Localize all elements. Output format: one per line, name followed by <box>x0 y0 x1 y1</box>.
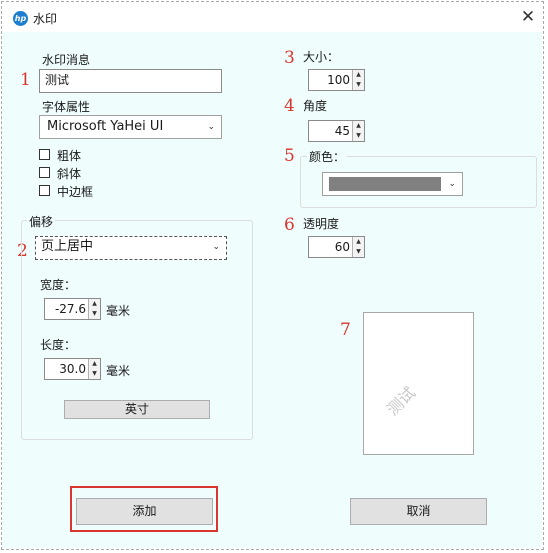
opacity-stepper[interactable]: 60 ▲ ▼ <box>308 236 365 258</box>
close-icon[interactable]: ✕ <box>518 8 538 26</box>
bold-checkbox[interactable] <box>39 149 50 160</box>
title-bar: hp 水印 ✕ <box>2 2 542 32</box>
length-label: 长度： <box>40 338 77 352</box>
unit-toggle-button[interactable]: 英寸 <box>64 400 210 419</box>
spin-down-icon[interactable]: ▼ <box>353 80 364 90</box>
spin-down-icon[interactable]: ▼ <box>89 309 100 319</box>
dialog-client-area: 1 2 3 4 5 6 7 水印消息 测试 字体属性 Microsoft YaH… <box>2 32 542 548</box>
offset-group-label: 偏移 <box>27 213 56 230</box>
color-swatch <box>329 177 441 191</box>
chevron-down-icon: ⌄ <box>207 122 215 132</box>
marker-1: 1 <box>20 70 31 90</box>
spin-up-icon[interactable]: ▲ <box>353 237 364 247</box>
add-button[interactable]: 添加 <box>76 498 213 525</box>
message-input[interactable]: 测试 <box>39 69 222 93</box>
spin-up-icon[interactable]: ▲ <box>89 359 100 369</box>
size-stepper[interactable]: 100 ▲ ▼ <box>308 69 365 91</box>
window-title: 水印 <box>33 12 58 26</box>
chevron-down-icon: ⌄ <box>212 242 220 252</box>
marker-5: 5 <box>284 146 295 166</box>
position-select-value: 页上居中 <box>41 239 94 254</box>
angle-label: 角度 <box>303 99 328 113</box>
position-select[interactable]: 页上居中 ⌄ <box>35 236 227 260</box>
marker-3: 3 <box>284 48 295 68</box>
length-stepper[interactable]: 30.0 ▲ ▼ <box>44 358 101 380</box>
width-value: -27.6 <box>54 302 86 316</box>
width-stepper[interactable]: -27.6 ▲ ▼ <box>44 298 101 320</box>
spin-up-icon[interactable]: ▲ <box>89 299 100 309</box>
spin-down-icon[interactable]: ▼ <box>353 247 364 257</box>
italic-checkbox[interactable] <box>39 167 50 178</box>
length-unit: 毫米 <box>106 364 131 378</box>
size-label: 大小： <box>303 50 340 64</box>
spin-up-icon[interactable]: ▲ <box>353 70 364 80</box>
length-value: 30.0 <box>59 362 86 376</box>
color-label: 颜色： <box>307 148 348 165</box>
marker-4: 4 <box>284 96 295 116</box>
spin-up-icon[interactable]: ▲ <box>353 121 364 131</box>
chevron-down-icon: ⌄ <box>448 179 456 189</box>
preview-watermark-text: 测试 <box>383 383 420 420</box>
opacity-label: 透明度 <box>303 217 340 231</box>
marker-7: 7 <box>340 320 351 340</box>
outline-label: 中边框 <box>57 185 94 199</box>
outline-checkbox[interactable] <box>39 185 50 196</box>
bold-label: 粗体 <box>57 149 82 163</box>
size-value: 100 <box>327 73 350 87</box>
font-label: 字体属性 <box>42 100 91 114</box>
angle-stepper[interactable]: 45 ▲ ▼ <box>308 120 365 142</box>
angle-value: 45 <box>334 124 350 138</box>
marker-6: 6 <box>284 215 295 235</box>
color-select[interactable]: ⌄ <box>322 172 463 196</box>
cancel-button[interactable]: 取消 <box>350 498 487 525</box>
width-label: 宽度： <box>40 278 77 292</box>
spin-down-icon[interactable]: ▼ <box>353 131 364 141</box>
watermark-preview: 测试 <box>363 312 474 455</box>
hp-logo-icon: hp <box>13 11 28 26</box>
spin-down-icon[interactable]: ▼ <box>89 369 100 379</box>
font-select-value: Microsoft YaHei UI <box>47 119 164 134</box>
font-select[interactable]: Microsoft YaHei UI ⌄ <box>39 115 222 139</box>
opacity-value: 60 <box>334 240 350 254</box>
italic-label: 斜体 <box>57 167 82 181</box>
message-label: 水印消息 <box>42 53 91 67</box>
width-unit: 毫米 <box>106 304 131 318</box>
